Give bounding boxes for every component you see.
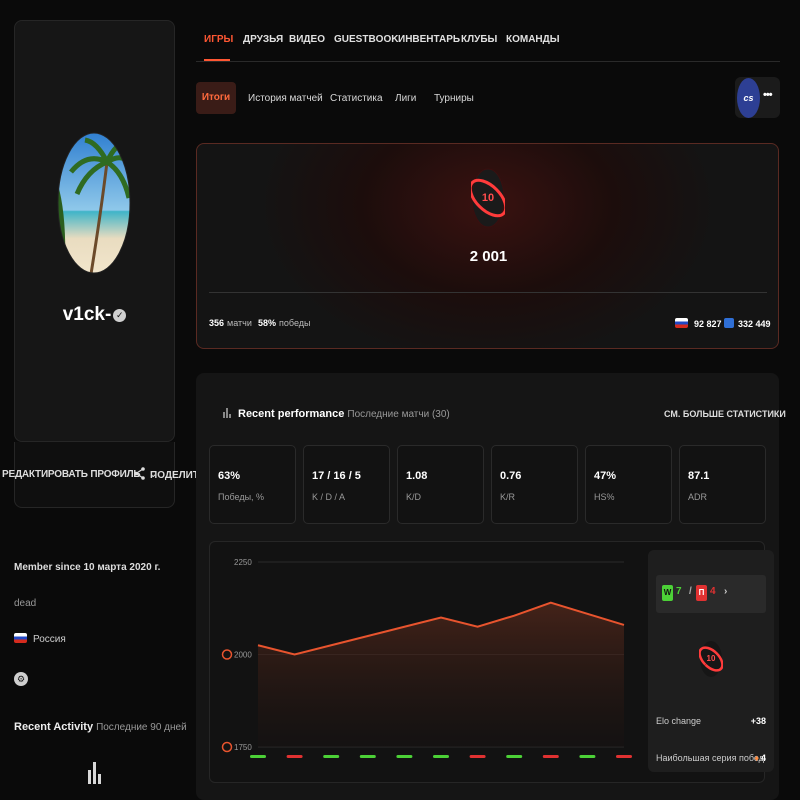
activity-chart-icon <box>88 762 102 784</box>
result-marker <box>323 755 340 758</box>
active-tab-indicator <box>204 59 230 61</box>
result-marker <box>433 755 449 758</box>
stats-bars-icon <box>223 408 232 418</box>
more-stats-link[interactable]: СМ. БОЛЬШЕ СТАТИСТИКИ <box>664 409 786 419</box>
stat-kd: 1.08 K/D <box>397 445 484 524</box>
separator: / <box>689 586 692 597</box>
result-marker <box>359 755 376 758</box>
win-streak-label: Наибольшая серия побед <box>656 753 764 763</box>
russia-flag-icon <box>675 318 688 328</box>
region-rank[interactable]: 332 449 <box>724 318 774 329</box>
win-loss-box[interactable]: W 7 / П 4 › <box>656 575 766 613</box>
subtab-match-history[interactable]: История матчей <box>248 93 323 104</box>
stat-hs: 47% HS% <box>585 445 672 524</box>
skill-level-value: 10 <box>706 654 716 663</box>
result-marker <box>616 755 632 758</box>
tab-friends[interactable]: ДРУЗЬЯ <box>243 34 283 45</box>
share-icon <box>134 467 145 480</box>
elo-area <box>258 602 624 747</box>
verified-icon: ✓ <box>113 309 127 322</box>
stat-adr: 87.1 ADR <box>679 445 766 524</box>
elo-chart: 2250 2000 1750 W 7 / П 4 › 10 Elo change +… <box>209 541 774 783</box>
result-marker <box>286 755 303 758</box>
avatar[interactable] <box>57 132 131 274</box>
subtab-summary[interactable]: Итоги <box>196 82 236 114</box>
country-rank[interactable]: 92 827 <box>675 318 725 329</box>
tab-clubs[interactable]: КЛУБЫ <box>461 34 497 45</box>
subtab-leagues[interactable]: Лиги <box>395 93 416 104</box>
tab-games[interactable]: ИГРЫ <box>204 34 233 45</box>
elo-card: 10 2 001 356 матчи 58% победы 92 827 332 4… <box>196 143 779 349</box>
win-streak-value: ♦ 4 <box>754 753 766 763</box>
matches-stat: 356 матчи <box>209 318 252 328</box>
result-marker <box>469 755 486 758</box>
performance-panel: Recent performance Последние матчи (30) С… <box>196 373 786 800</box>
stat-winrate: 63% Победы, % <box>209 445 296 524</box>
level-icon <box>221 649 233 660</box>
steam-icon[interactable]: ⚙ <box>14 672 28 686</box>
performance-title: Recent performance Последние матчи (30) <box>223 408 450 420</box>
bio: dead <box>14 598 37 609</box>
elo-chart-svg: 2250 2000 1750 <box>221 558 632 758</box>
subtab-statistics[interactable]: Статистика <box>330 93 383 104</box>
stat-kda: 17 / 16 / 5K / D / A <box>303 445 390 524</box>
skill-level-value: 10 <box>481 192 495 204</box>
wins-stat: 58% победы <box>258 318 311 328</box>
y-tick-label: 1750 <box>234 743 252 752</box>
region-icon <box>724 318 734 328</box>
win-badge: W <box>662 585 673 601</box>
russia-flag-icon <box>14 633 27 643</box>
subtab-tournaments[interactable]: Турниры <box>434 93 474 104</box>
divider <box>209 292 767 293</box>
username: v1ck- ✓ <box>14 304 175 326</box>
tab-guestbook[interactable]: GUESTBOOK <box>334 34 398 45</box>
elo-change-value: +38 <box>750 716 766 726</box>
tab-teams[interactable]: КОМАНДЫ <box>506 34 560 45</box>
fire-icon: ♦ <box>754 753 759 763</box>
y-tick-label: 2000 <box>234 651 252 660</box>
country: Россия <box>14 633 66 645</box>
member-since: Member since 10 марта 2020 г. <box>14 562 161 573</box>
tab-inventory[interactable]: ИНВЕНТАРЬ <box>398 34 460 45</box>
stat-kr: 0.76 K/R <box>491 445 578 524</box>
chevron-right-icon[interactable]: › <box>724 586 727 597</box>
elo-value: 2 001 <box>469 248 508 265</box>
top-nav: ИГРЫ ДРУЗЬЯ ВИДЕО GUESTBOOK ИНВЕНТАРЬ КЛ… <box>196 20 780 62</box>
elo-change-label: Elo change <box>656 716 702 726</box>
result-marker <box>542 755 559 758</box>
wins-count: 7 <box>676 586 682 597</box>
result-marker <box>396 755 413 758</box>
game-selector[interactable]: cs ••• <box>735 77 780 118</box>
result-marker <box>250 755 266 758</box>
result-marker <box>579 755 596 758</box>
side-panel: W 7 / П 4 › 10 Elo change +38 Наибольшая… <box>648 550 774 772</box>
cs-logo-icon: cs <box>737 78 760 118</box>
level-icon <box>221 741 233 753</box>
recent-activity-title: Recent Activity Последние 90 дней <box>14 721 187 733</box>
result-marker <box>506 755 523 758</box>
tab-video[interactable]: ВИДЕО <box>289 34 325 45</box>
loss-badge: П <box>696 585 707 601</box>
y-tick-label: 2250 <box>234 558 252 567</box>
losses-count: 4 <box>710 586 716 597</box>
more-icon[interactable]: ••• <box>763 89 773 101</box>
